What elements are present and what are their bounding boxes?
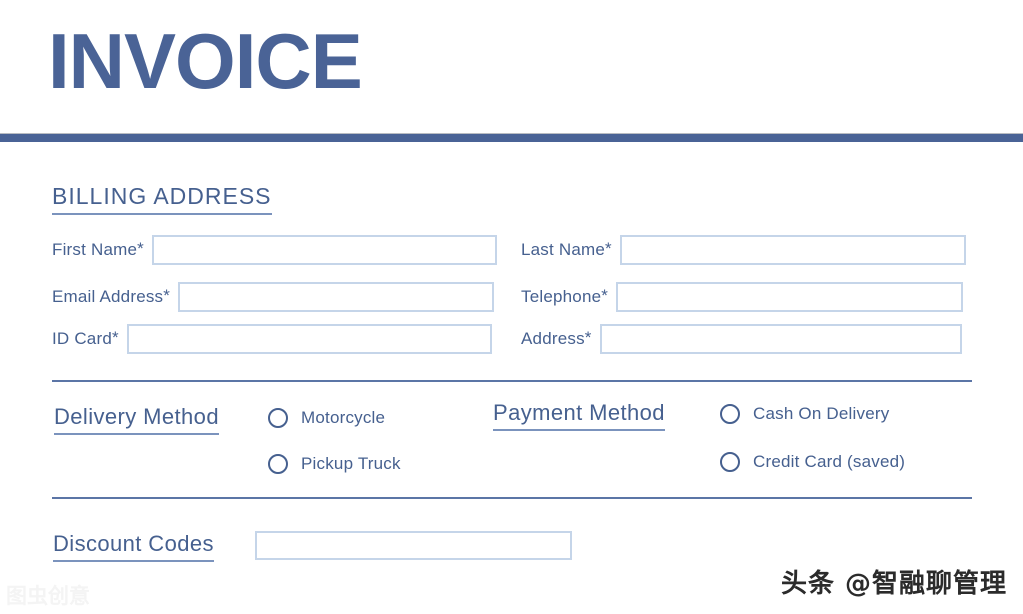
radio-option-pickup-truck[interactable]: Pickup Truck bbox=[268, 454, 401, 474]
email-address-input[interactable] bbox=[178, 282, 495, 312]
email-address-label-text: Email Address bbox=[52, 287, 164, 306]
radio-circle-icon[interactable] bbox=[268, 408, 288, 428]
radio-option-label: Cash On Delivery bbox=[753, 404, 890, 423]
required-asterisk: * bbox=[584, 328, 592, 347]
first-name-label-text: First Name bbox=[52, 240, 138, 259]
required-asterisk: * bbox=[137, 239, 144, 258]
radio-option-credit-card[interactable]: Credit Card (saved) bbox=[720, 452, 905, 472]
invoice-form-page: INVOICE BILLING ADDRESS First Name* Last… bbox=[0, 0, 1023, 614]
last-name-label: Last Name* bbox=[521, 240, 612, 260]
field-row-email-address: Email Address* bbox=[52, 282, 495, 312]
page-title: INVOICE bbox=[48, 17, 363, 105]
field-row-telephone: Telephone* bbox=[521, 282, 964, 312]
telephone-label: Telephone* bbox=[521, 287, 608, 307]
field-row-id-card: ID Card* bbox=[52, 324, 492, 354]
section-divider-top bbox=[52, 380, 972, 382]
address-input[interactable] bbox=[599, 324, 962, 354]
radio-option-label: Motorcycle bbox=[301, 408, 386, 427]
field-row-address: Address* bbox=[521, 324, 962, 354]
id-card-label: ID Card* bbox=[52, 329, 119, 349]
first-name-input[interactable] bbox=[151, 235, 497, 265]
radio-option-label: Pickup Truck bbox=[301, 454, 401, 473]
id-card-label-text: ID Card bbox=[52, 329, 112, 348]
brand-watermark: 头条 @智融聊管理 bbox=[780, 569, 1007, 599]
radio-option-label: Credit Card (saved) bbox=[753, 452, 906, 471]
first-name-label: First Name* bbox=[52, 240, 144, 260]
radio-circle-icon[interactable] bbox=[268, 454, 288, 474]
discount-codes-input[interactable] bbox=[255, 531, 572, 560]
radio-option-cash-on-delivery[interactable]: Cash On Delivery bbox=[720, 404, 889, 424]
corner-watermark: 图虫创意 bbox=[6, 584, 90, 608]
required-asterisk: * bbox=[601, 286, 609, 305]
radio-option-motorcycle[interactable]: Motorcycle bbox=[268, 408, 385, 428]
delivery-method-heading: Delivery Method bbox=[54, 404, 219, 435]
last-name-input[interactable] bbox=[619, 235, 966, 265]
radio-circle-icon[interactable] bbox=[720, 404, 740, 424]
radio-circle-icon[interactable] bbox=[720, 452, 740, 472]
section-divider-bottom bbox=[52, 497, 972, 499]
field-row-last-name: Last Name* bbox=[521, 235, 966, 265]
id-card-input[interactable] bbox=[126, 324, 492, 354]
email-address-label: Email Address* bbox=[52, 287, 170, 307]
address-label: Address* bbox=[521, 329, 592, 349]
billing-address-heading: BILLING ADDRESS bbox=[52, 183, 272, 215]
required-asterisk: * bbox=[111, 328, 119, 347]
telephone-input[interactable] bbox=[616, 282, 964, 312]
discount-codes-heading: Discount Codes bbox=[53, 531, 214, 562]
address-label-text: Address bbox=[521, 329, 585, 348]
payment-method-heading: Payment Method bbox=[493, 400, 665, 431]
title-divider-rule bbox=[0, 133, 1023, 142]
telephone-label-text: Telephone bbox=[521, 287, 602, 306]
last-name-label-text: Last Name bbox=[521, 240, 606, 259]
field-row-first-name: First Name* bbox=[52, 235, 497, 265]
required-asterisk: * bbox=[605, 239, 612, 258]
required-asterisk: * bbox=[163, 286, 171, 305]
